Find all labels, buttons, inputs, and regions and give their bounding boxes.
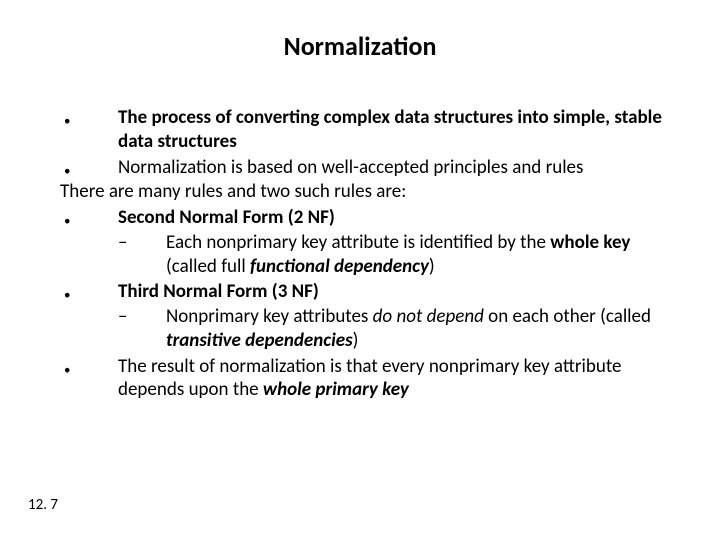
bullet-text: Third Normal Form (3 NF) [118,280,670,304]
bullet-text: The result of normalization is that ever… [118,355,670,403]
slide-number: 12. 7 [28,496,58,514]
slide-title: Normalization [0,30,720,62]
sub-bullet-item: – Nonprimary key attributes do not depen… [114,305,670,353]
bullet-item: • The result of normalization is that ev… [60,355,670,403]
bullet-text: The process of converting complex data s… [118,106,670,154]
bullet-item: • Normalization is based on well-accepte… [60,156,670,180]
bullet-icon: • [60,280,118,304]
dash-icon: – [114,231,166,279]
bullet-item: • Second Normal Form (2 NF) [60,206,670,230]
sub-bullet-text: Nonprimary key attributes do not depend … [166,305,670,353]
dash-icon: – [114,305,166,353]
bullet-text: Second Normal Form (2 NF) [118,206,670,230]
bullet-icon: • [60,355,118,403]
bullet-icon: • [60,106,118,154]
bullet-icon: • [60,156,118,180]
bullet-text: Normalization is based on well-accepted … [118,156,670,180]
slide-body: • The process of converting complex data… [60,104,670,402]
sub-bullet-item: – Each nonprimary key attribute is ident… [114,231,670,279]
bullet-icon: • [60,206,118,230]
slide: Normalization • The process of convertin… [0,0,720,540]
sub-bullet-text: Each nonprimary key attribute is identif… [166,231,670,279]
body-line: There are many rules and two such rules … [60,180,670,204]
bullet-item: • The process of converting complex data… [60,106,670,154]
bullet-item: • Third Normal Form (3 NF) [60,280,670,304]
